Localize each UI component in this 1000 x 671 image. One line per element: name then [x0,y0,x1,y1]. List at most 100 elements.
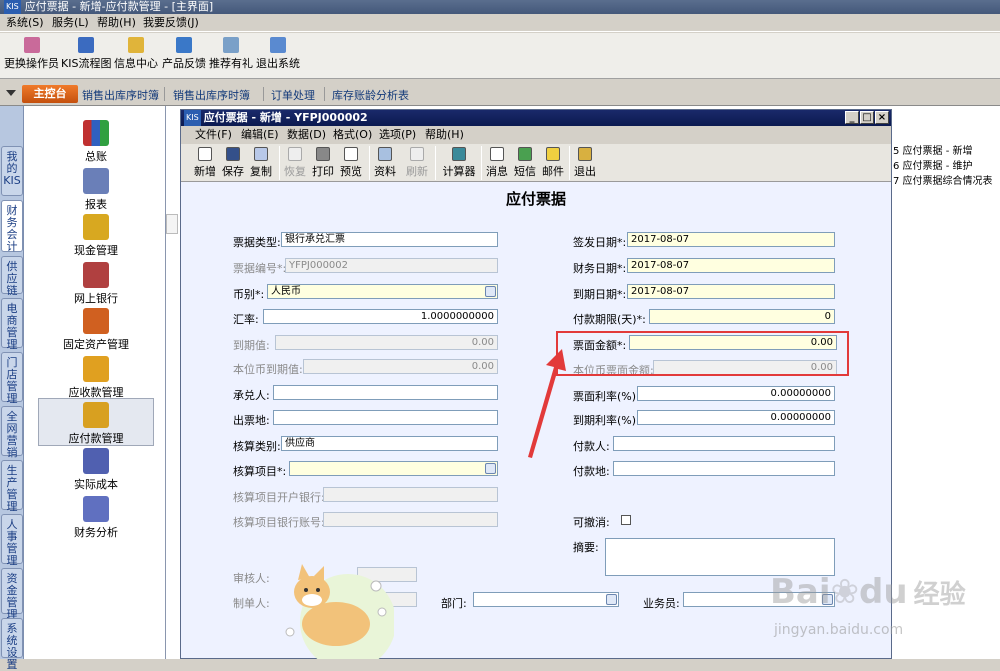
currency-field[interactable]: 人民币 [267,284,498,299]
list-item[interactable]: 7 应付票据综合情况表 [893,172,993,187]
local-maturity-field: 0.00 [303,359,498,374]
watermark-logo: Bai❀du 经验 [770,572,966,612]
payer-field[interactable] [613,436,835,451]
pay-place-label: 付款地: [573,465,610,478]
menu-feedback[interactable]: 我要反馈(J) [143,15,199,31]
refresh-button[interactable]: 刷新 [403,147,431,179]
tab-dropdown-icon[interactable] [6,90,16,96]
new-button[interactable]: 新增 [191,147,219,179]
bill-no-field: YFPJ000002 [285,258,498,273]
vtab-my-kis[interactable]: 我的KIS [1,146,23,196]
menu-options[interactable]: 选项(P) [379,127,416,143]
tab-sales-outbound-2[interactable]: 销售出库序时簿 [173,87,250,103]
referral-gift-button[interactable]: 推荐有礼 [209,37,253,71]
outer-toolbar: 更换操作员 KIS流程图 信息中心 产品反馈 推荐有礼 退出系统 [0,33,1000,79]
vtab-network-marketing[interactable]: 全网营销 [1,406,23,459]
restore-button[interactable]: 恢复 [281,147,309,179]
bill-type-field[interactable]: 银行承兑汇票 [281,232,498,247]
tab-order-processing[interactable]: 订单处理 [271,87,315,103]
nav-cash-management[interactable]: 现金管理 [38,214,154,258]
menu-data[interactable]: 数据(D) [287,127,326,143]
menu-help[interactable]: 帮助(H) [97,15,136,31]
tab-inventory-aging[interactable]: 库存账龄分析表 [332,87,409,103]
due-date-field[interactable]: 2017-08-07 [627,284,835,299]
lookup-icon[interactable] [606,594,617,605]
pay-term-field[interactable]: 0 [649,309,835,324]
switch-operator-button[interactable]: 更换操作员 [4,37,59,71]
nav-online-bank[interactable]: 网上银行 [38,262,154,306]
due-rate-label: 到期利率(%): [573,414,640,427]
list-item[interactable]: 5 应付票据 - 新增 [893,142,973,157]
exit-system-icon [270,37,286,53]
issue-date-field[interactable]: 2017-08-07 [627,232,835,247]
maximize-button[interactable]: □ [860,111,874,124]
nav-reports[interactable]: 报表 [38,168,154,212]
preview-button[interactable]: 预览 [337,147,365,179]
menu-edit[interactable]: 编辑(E) [241,127,279,143]
new-doc-icon [198,147,212,161]
lookup-icon[interactable] [485,286,496,297]
vtab-system[interactable]: 系统设置 [1,618,23,671]
cancelable-checkbox[interactable] [621,515,631,525]
finance-date-field[interactable]: 2017-08-07 [627,258,835,273]
issue-place-field[interactable] [273,410,498,425]
exit-icon [578,147,592,161]
payables-icon [83,402,109,428]
vtab-hr[interactable]: 人事管理 [1,514,23,567]
menu-system[interactable]: 系统(S) [6,15,44,31]
vtab-finance[interactable]: 财务会计 [1,200,23,253]
info-center-button[interactable]: 信息中心 [114,37,158,71]
menu-help[interactable]: 帮助(H) [425,127,464,143]
pay-place-field[interactable] [613,461,835,476]
lookup-icon[interactable] [485,463,496,474]
vtab-production[interactable]: 生产管理 [1,460,23,513]
due-rate-field[interactable]: 0.00000000 [637,410,835,425]
data-button[interactable]: 资料 [371,147,399,179]
copy-button[interactable]: 复制 [247,147,275,179]
save-button[interactable]: 保存 [219,147,247,179]
product-feedback-button[interactable]: 产品反馈 [162,37,206,71]
tab-sales-outbound-1[interactable]: 销售出库序时簿 [82,87,159,103]
tab-divider [263,87,264,101]
menu-file[interactable]: 文件(F) [195,127,232,143]
list-item[interactable]: 6 应付票据 - 维护 [893,157,973,172]
close-button[interactable]: × [875,111,889,124]
nav-financial-analysis[interactable]: 财务分析 [38,496,154,540]
inner-window-title: 应付票据 - 新增 - YFPJ000002 [203,111,368,124]
pay-term-label: 付款期限(天)*: [573,313,646,326]
menu-format[interactable]: 格式(O) [333,127,372,143]
kis-flowchart-button[interactable]: KIS流程图 [61,37,111,71]
nav-payables[interactable]: 应付款管理 [38,398,154,446]
nav-receivables[interactable]: 应收款管理 [38,356,154,400]
calculator-button[interactable]: 计算器 [441,147,477,179]
exit-system-button[interactable]: 退出系统 [256,37,300,71]
cash-management-icon [83,214,109,240]
department-field[interactable] [473,592,619,607]
issue-place-label: 出票地: [233,414,270,427]
menu-service[interactable]: 服务(L) [52,15,89,31]
minimize-button[interactable]: _ [845,111,859,124]
acceptor-field[interactable] [273,385,498,400]
face-rate-field[interactable]: 0.00000000 [637,386,835,401]
acct-category-field[interactable]: 供应商 [281,436,498,451]
nav-fixed-assets[interactable]: 固定资产管理 [38,308,154,352]
rate-field[interactable]: 1.0000000000 [263,309,498,324]
vtab-store[interactable]: 门店管理 [1,352,23,405]
acct-item-field[interactable] [289,461,498,476]
ledger-books-icon [83,120,109,146]
rate-label: 汇率: [233,313,259,326]
message-center-icon [128,37,144,53]
sms-button[interactable]: 短信 [511,147,539,179]
message-button[interactable]: 消息 [483,147,511,179]
vtab-supply-chain[interactable]: 供应链 [1,256,23,297]
acct-bank-field [323,487,498,502]
tab-main-console[interactable]: 主控台 [22,85,78,103]
watermark-url: jingyan.baidu.com [774,622,904,638]
print-button[interactable]: 打印 [309,147,337,179]
vtab-ecommerce[interactable]: 电商管理 [1,298,23,351]
nav-actual-cost[interactable]: 实际成本 [38,448,154,492]
vtab-funds[interactable]: 资金管理 [1,568,23,621]
mail-button[interactable]: 邮件 [539,147,567,179]
exit-button[interactable]: 退出 [571,147,599,179]
nav-general-ledger[interactable]: 总账 [38,120,154,164]
